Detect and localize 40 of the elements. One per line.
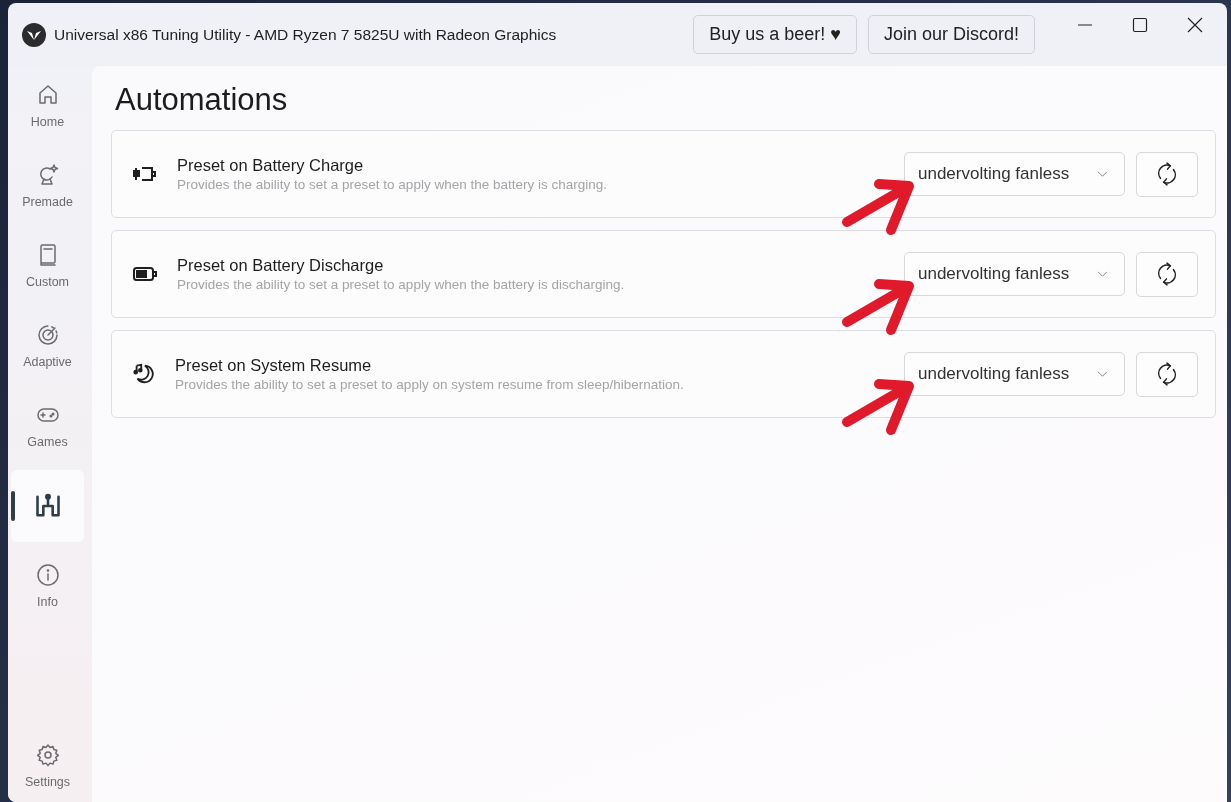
adaptive-icon (35, 323, 60, 347)
maximize-icon[interactable] (1132, 16, 1148, 33)
page-title: Automations (115, 82, 289, 118)
moon-note-icon (132, 362, 156, 386)
refresh-button[interactable] (1136, 351, 1198, 397)
sidebar-item[interactable]: Info (11, 550, 84, 622)
header-button[interactable]: Join our Discord! (867, 15, 1035, 54)
sidebar-item[interactable]: Games (11, 390, 84, 462)
card-description: Provides the ability to set a preset to apply when the battery is charging. (177, 177, 608, 192)
settings-icon (35, 743, 60, 767)
info-icon (35, 563, 60, 587)
card-title: Preset on Battery Charge (177, 156, 365, 175)
sidebar-item[interactable]: Home (11, 70, 84, 142)
dropdown-value: undervolting fanless (918, 264, 1070, 284)
dropdown-value: undervolting fanless (918, 164, 1070, 184)
card-title: Preset on System Resume (175, 356, 373, 375)
automations-icon (33, 492, 62, 520)
refresh-button[interactable] (1136, 251, 1198, 297)
preset-dropdown[interactable]: undervolting fanless (904, 152, 1125, 196)
dropdown-value: undervolting fanless (918, 364, 1070, 384)
preset-dropdown[interactable]: undervolting fanless (904, 252, 1125, 296)
sidebar-item[interactable]: Adaptive (11, 310, 84, 382)
chevron-down-icon (1097, 170, 1108, 178)
card-description: Provides the ability to set a preset to apply on system resume from sleep/hibernation. (175, 377, 685, 392)
plug-battery-icon (132, 164, 158, 184)
refresh-button[interactable] (1136, 151, 1198, 197)
battery-icon (132, 264, 158, 284)
sidebar-item[interactable] (11, 470, 84, 542)
sidebar-item[interactable]: Custom (11, 230, 84, 302)
window-title: Universal x86 Tuning Utility - AMD Ryzen 7 5825U with Radeon Graphics (54, 25, 557, 44)
sidebar-item[interactable]: Premade (11, 150, 84, 222)
sidebar-item[interactable]: Settings (11, 730, 84, 802)
preset-dropdown[interactable]: undervolting fanless (904, 352, 1125, 396)
chevron-down-icon (1097, 370, 1108, 378)
header-button[interactable]: Buy us a beer! ♥ (693, 15, 857, 54)
card-title: Preset on Battery Discharge (177, 256, 385, 275)
chevron-down-icon (1097, 270, 1108, 278)
card-description: Provides the ability to set a preset to apply when the battery is discharging. (177, 277, 626, 292)
app-logo-icon (22, 22, 46, 47)
close-icon[interactable] (1187, 16, 1203, 33)
